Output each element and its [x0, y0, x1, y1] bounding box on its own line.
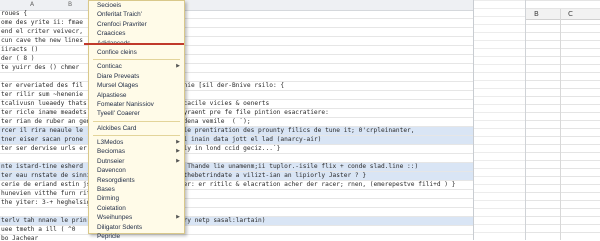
menu-item[interactable]: Bases — [89, 185, 184, 194]
menu-item-label: Craacices — [97, 30, 126, 38]
menu-item[interactable]: Conticac ▶ — [89, 62, 184, 71]
code-line[interactable]: nte istard-tine esherd inersis Thande li… — [0, 163, 473, 172]
code-lines: roues {ome des yrite ii: fmae end el crit… — [0, 10, 473, 240]
spreadsheet-grid[interactable] — [526, 0, 600, 240]
menu-item[interactable]: Tyeell' Coaerer — [89, 109, 184, 118]
code-line[interactable]: der ( 8 ) — [0, 55, 473, 64]
menu-item-label: Mursel Olages — [97, 82, 139, 90]
code-line[interactable]: terlv tah nnane le prin rcopthery netp s… — [0, 217, 473, 226]
column-divider[interactable] — [560, 9, 561, 240]
column-header-sheet-c[interactable]: C — [568, 10, 573, 18]
menu-item[interactable]: Dutnseier ▶ — [89, 157, 184, 166]
code-line[interactable]: ome des yrite ii: fmae — [0, 19, 473, 28]
menu-item-label: Crenfoci Pravriter — [97, 20, 147, 28]
menu-item[interactable]: Resorgdients — [89, 176, 184, 185]
code-editor[interactable]: A B roues {ome des yrite ii: fmae end el … — [0, 0, 473, 240]
menu-item-label: Diligator Sdents — [97, 223, 143, 231]
menu-separator — [93, 135, 180, 137]
menu-separator — [93, 120, 180, 122]
submenu-arrow-icon: ▶ — [176, 139, 180, 146]
column-header-sheet-b[interactable]: B — [534, 10, 539, 18]
menu-item-label: Bases — [97, 186, 115, 194]
menu-item-label: Dutnseier — [97, 157, 125, 165]
menu-item[interactable]: Wseihunpes ▶ — [89, 213, 184, 222]
code-line[interactable]: tcalivusn lueaedy thats natter cacile vi… — [0, 100, 473, 109]
menu-item[interactable]: Davencon — [89, 166, 184, 175]
menu-item[interactable]: Mursel Olages — [89, 81, 184, 90]
code-line[interactable]: ter ser dervise urls er ed feally in lon… — [0, 145, 473, 154]
menu-item-label: Dirming — [97, 195, 120, 203]
menu-item[interactable]: Beciomas ▶ — [89, 147, 184, 156]
menu-item[interactable]: Fomeater Nanissiov — [89, 100, 184, 109]
menu-item-label: Secioeis — [97, 2, 122, 9]
menu-item[interactable]: L3Medos ▶ — [89, 138, 184, 147]
code-line[interactable]: hunevien vitthe furn ritile — [0, 190, 473, 199]
menu-item[interactable]: Alckibes Card — [89, 124, 184, 133]
column-header-a[interactable]: A — [30, 1, 34, 8]
menu-item-label: Confice cleins — [97, 48, 137, 56]
menu-item-label: Alpastiese — [97, 91, 127, 99]
menu-item-label: Wseihunpes — [97, 214, 133, 222]
menu-item[interactable]: Craacices — [89, 29, 184, 38]
menu-item-label: L3Medos — [97, 139, 124, 147]
code-line[interactable]: the yiter: 3-+ heghelsigh — [0, 199, 473, 208]
code-line[interactable]: uee tmeth a ill ( ^0 — [0, 226, 473, 235]
code-line[interactable]: cerie de eriand estin js terrnauer: er r… — [0, 181, 473, 190]
code-line[interactable]: rcer il rira neaule le e tane le prentir… — [0, 127, 473, 136]
menu-item[interactable]: Crenfoci Pravriter — [89, 20, 184, 29]
menu-item-label: Onferitat Traich' — [97, 11, 142, 19]
menu-item-label: Pepricle — [97, 232, 121, 240]
context-menu: Secioeis Onferitat Traich' Crenfoci Pravri… — [88, 0, 185, 240]
code-line[interactable]: ter erveriated des fil er sol-nie [sil d… — [0, 82, 473, 91]
selection-underline — [84, 43, 184, 45]
menu-item[interactable]: Diligator Sdents — [89, 223, 184, 232]
menu-item-label: Beciomas — [97, 148, 126, 156]
application-window: A B roues {ome des yrite ii: fmae end el … — [0, 0, 600, 240]
menu-item-label: Diare Preveats — [97, 72, 140, 80]
submenu-arrow-icon: ▶ — [176, 157, 180, 164]
code-line[interactable]: ter ricle iname meadets dorsan yraent pr… — [0, 109, 473, 118]
code-line[interactable]: te yuirr des () chmer — [0, 64, 473, 73]
submenu-arrow-icon: ▶ — [176, 148, 180, 155]
code-line[interactable]: ter rian de ruber an genc rviili-dena ve… — [0, 118, 473, 127]
code-line[interactable] — [0, 208, 473, 217]
code-line[interactable]: iiracts () — [0, 46, 473, 55]
code-line[interactable]: roues { — [0, 10, 473, 19]
code-line[interactable]: ter rilir sum ~henenie — [0, 91, 473, 100]
menu-item[interactable]: Confice cleins — [89, 48, 184, 57]
menu-separator — [93, 59, 180, 61]
code-line[interactable]: ter eau rnstate de sinnipas elire ithebe… — [0, 172, 473, 181]
menu-item[interactable]: Onferitat Traich' — [89, 10, 184, 19]
menu-item[interactable]: Dirming — [89, 194, 184, 203]
code-line[interactable]: tner eiser sacan prone ertsy el inain da… — [0, 136, 473, 145]
menu-item-label: Resorgdients — [97, 176, 135, 184]
code-line[interactable] — [0, 73, 473, 82]
code-line[interactable]: end el criter veivecr, — [0, 28, 473, 37]
menu-item[interactable]: Coietation — [89, 204, 184, 213]
code-line[interactable] — [0, 154, 473, 163]
code-line[interactable]: bo Jachear — [0, 235, 473, 240]
code-line[interactable]: cun cave the new lines — [0, 37, 473, 46]
menu-item-label: Tyeell' Coaerer — [97, 110, 140, 118]
submenu-arrow-icon: ▶ — [176, 63, 180, 70]
menu-item[interactable]: Diare Preveats — [89, 72, 184, 81]
menu-item-label: Davencon — [97, 167, 126, 175]
menu-item-label: Alckibes Card — [97, 124, 137, 132]
column-header-b[interactable]: B — [68, 1, 72, 8]
menu-item-label: Fomeater Nanissiov — [97, 100, 154, 108]
menu-item-label: Coietation — [97, 204, 126, 212]
menu-item-label: Conticac — [97, 63, 122, 71]
menu-item[interactable]: Alpastiese — [89, 91, 184, 100]
gutter-strip — [474, 0, 525, 240]
submenu-arrow-icon: ▶ — [176, 214, 180, 221]
menu-item[interactable]: Secioeis — [89, 1, 184, 10]
spreadsheet-column-header: B C — [526, 9, 600, 20]
